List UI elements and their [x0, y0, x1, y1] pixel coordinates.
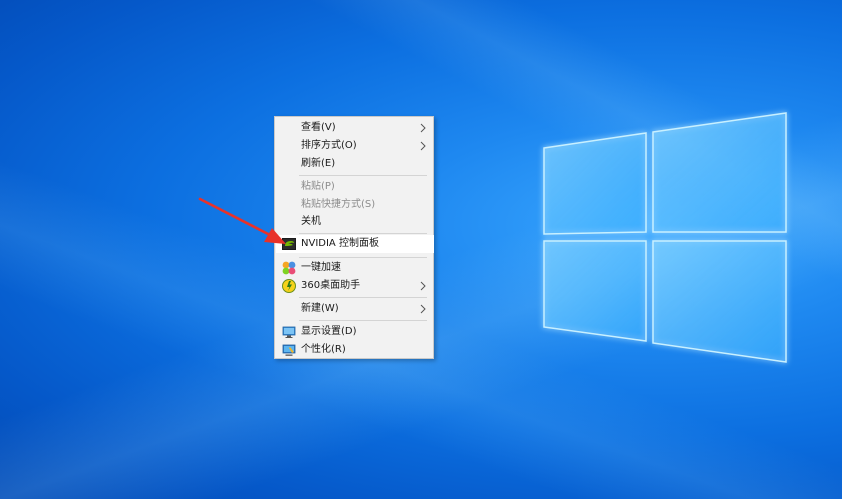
360-assistant-icon — [282, 279, 296, 293]
menu-separator — [299, 233, 427, 234]
desktop-context-menu: 查看(V) 排序方式(O) 刷新(E) 粘贴(P) 粘贴快捷方式(S) 关机 N… — [274, 116, 434, 359]
speedup-icon — [282, 261, 296, 275]
menu-separator — [299, 257, 427, 258]
menu-item-view[interactable]: 查看(V) — [276, 119, 434, 137]
menu-item-360-desktop-assistant[interactable]: 360桌面助手 — [276, 277, 434, 295]
menu-item-speedup[interactable]: 一键加速 — [276, 259, 434, 277]
chevron-right-icon — [420, 141, 426, 151]
personalize-icon — [282, 344, 296, 356]
menu-item-sort-by[interactable]: 排序方式(O) — [276, 137, 434, 155]
menu-item-new[interactable]: 新建(W) — [276, 300, 434, 318]
menu-item-paste-shortcut[interactable]: 粘贴快捷方式(S) — [276, 196, 434, 214]
menu-separator — [299, 175, 427, 176]
menu-item-refresh[interactable]: 刷新(E) — [276, 155, 434, 173]
menu-item-shutdown[interactable]: 关机 — [276, 213, 434, 231]
menu-separator — [299, 297, 427, 298]
menu-item-personalize[interactable]: 个性化(R) — [276, 341, 434, 359]
nvidia-icon — [282, 238, 296, 250]
display-settings-icon — [282, 326, 296, 338]
menu-separator — [299, 320, 427, 321]
menu-item-nvidia-control-panel[interactable]: NVIDIA 控制面板 — [276, 235, 434, 253]
chevron-right-icon — [420, 123, 426, 133]
menu-item-paste[interactable]: 粘贴(P) — [276, 178, 434, 196]
chevron-right-icon — [420, 304, 426, 314]
menu-item-display-settings[interactable]: 显示设置(D) — [276, 323, 434, 341]
chevron-right-icon — [420, 281, 426, 291]
